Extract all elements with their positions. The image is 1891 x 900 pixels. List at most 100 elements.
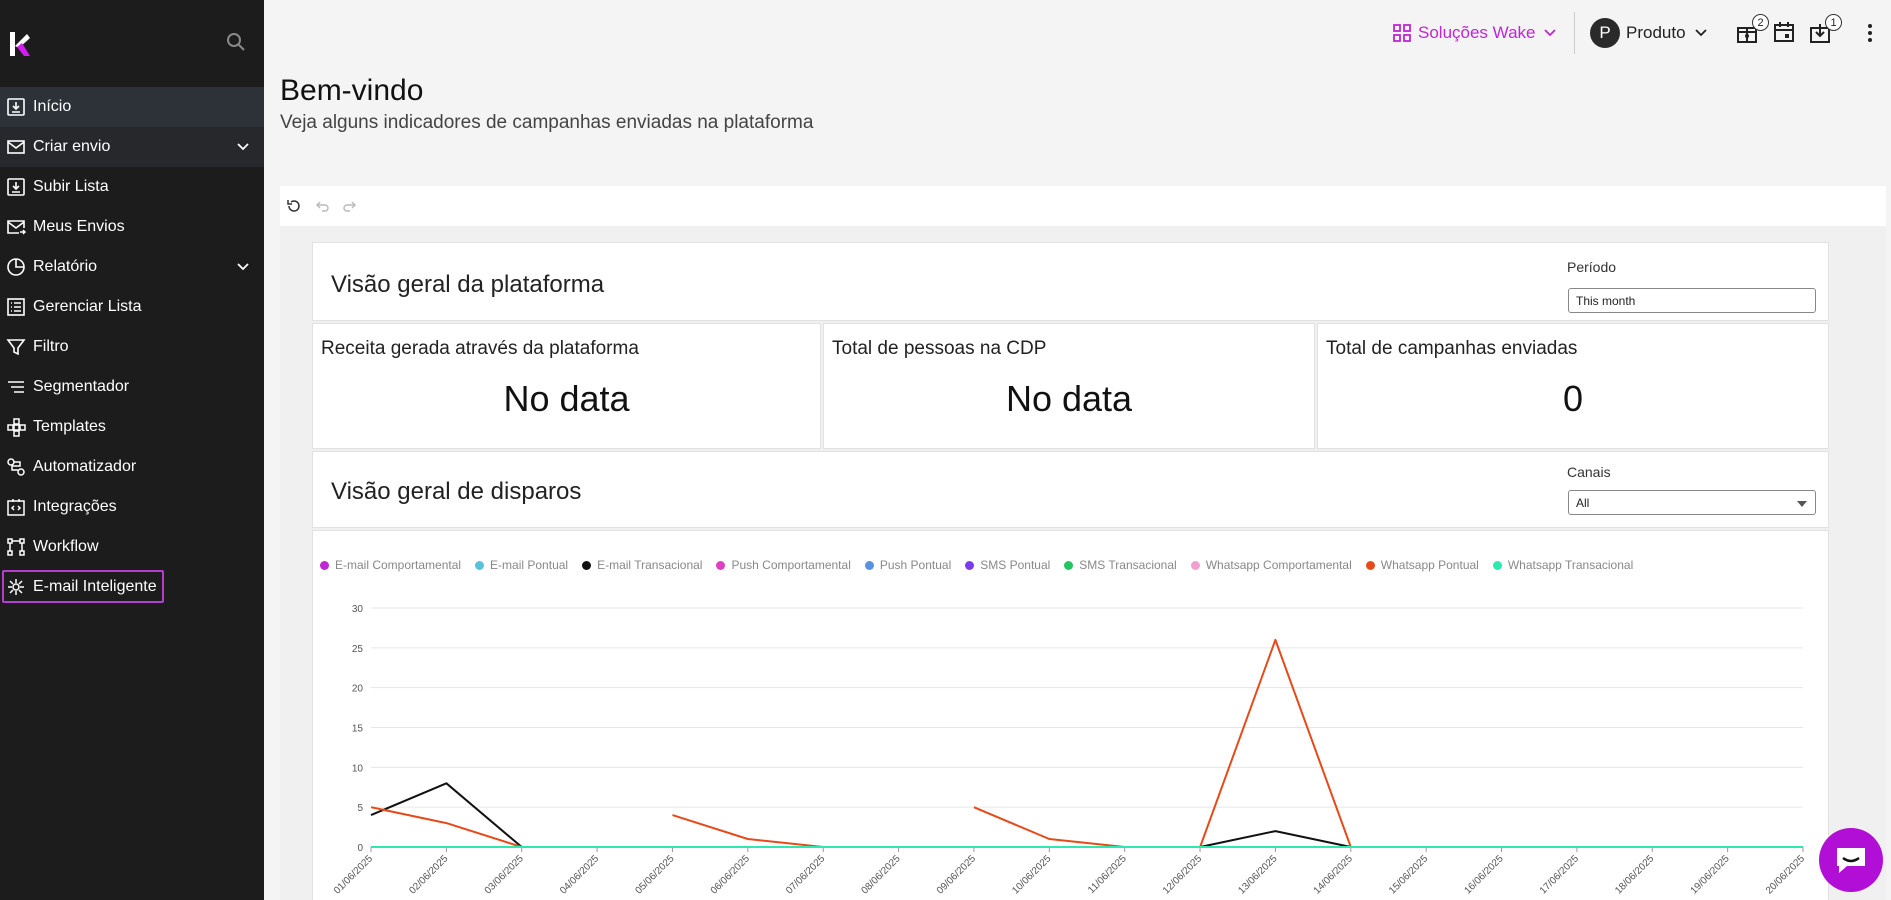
chat-icon <box>1837 848 1865 873</box>
sidebar-item-filtro[interactable]: Filtro <box>0 327 264 367</box>
refresh-icon[interactable] <box>286 198 302 214</box>
sent-mail-icon <box>5 216 27 238</box>
legend-label: SMS Pontual <box>980 558 1051 572</box>
undo-icon[interactable] <box>314 198 330 214</box>
downloads-badge: 1 <box>1825 14 1842 31</box>
templates-icon <box>5 416 27 438</box>
sidebar-item-label: Meus Envios <box>33 218 125 235</box>
sidebar-item-label: Segmentador <box>33 378 130 395</box>
x-tick-label: 11/06/2025 <box>1086 853 1129 896</box>
y-tick-label: 25 <box>352 644 364 655</box>
sidebar-item-segmentador[interactable]: Segmentador <box>0 367 264 407</box>
legend-marker <box>320 560 329 570</box>
sidebar-item-workflow[interactable]: Workflow <box>0 527 264 567</box>
period-value: This month <box>1576 293 1636 308</box>
channels-select[interactable]: All <box>1568 490 1816 515</box>
dispatch-overview-title: Visão geral de disparos <box>331 478 582 505</box>
kpi-value: No data <box>1005 378 1133 419</box>
chevron-down-icon <box>1694 29 1707 37</box>
x-tick-label: 14/06/2025 <box>1312 853 1355 896</box>
sidebar-item-meus-envios[interactable]: Meus Envios <box>0 207 264 247</box>
sidebar-item-criar-envio[interactable]: Criar envio <box>0 127 264 167</box>
header-divider <box>1574 12 1575 54</box>
legend-item[interactable]: Whatsapp Comportamental <box>1190 558 1352 572</box>
y-tick-label: 5 <box>357 803 363 814</box>
sidebar-item-templates[interactable]: Templates <box>0 407 264 447</box>
filter-icon <box>5 336 27 358</box>
period-input[interactable]: This month <box>1568 288 1816 313</box>
kpi-card-campaigns: Total de campanhas enviadas 0 <box>1317 323 1829 449</box>
legend-item[interactable]: E-mail Transacional <box>582 558 702 572</box>
legend-item[interactable]: SMS Transacional <box>1064 558 1177 572</box>
x-tick-label: 19/06/2025 <box>1689 853 1732 896</box>
legend-marker <box>582 560 592 570</box>
sidebar: Início Criar envio Subir Lista Meus Envi… <box>0 0 264 900</box>
chevron-down-icon[interactable] <box>234 258 252 276</box>
x-tick-label: 18/06/2025 <box>1613 853 1656 896</box>
x-tick-label: 02/06/2025 <box>407 853 450 896</box>
legend-marker <box>864 560 874 570</box>
profile-menu[interactable]: P Produto <box>1590 17 1710 49</box>
legend-item[interactable]: Push Comportamental <box>716 558 851 572</box>
legend-item[interactable]: E-mail Pontual <box>475 558 568 572</box>
x-tick-label: 07/06/2025 <box>784 853 827 896</box>
kpi-card-revenue: Receita gerada através da plataforma No … <box>312 323 821 449</box>
legend-item[interactable]: Push Pontual <box>864 558 951 572</box>
brand-switcher[interactable]: Soluções Wake <box>1392 18 1565 48</box>
upload-list-icon <box>5 176 27 198</box>
kpi-value: 0 <box>1562 378 1584 419</box>
x-tick-label: 15/06/2025 <box>1387 853 1430 896</box>
x-tick-label: 08/06/2025 <box>860 853 903 896</box>
legend-label: E-mail Pontual <box>490 558 569 572</box>
legend-label: SMS Transacional <box>1079 558 1177 572</box>
sidebar-item-inicio[interactable]: Início <box>0 87 264 127</box>
legend-item[interactable]: Whatsapp Pontual <box>1365 558 1479 572</box>
sidebar-item-subir-lista[interactable]: Subir Lista <box>0 167 264 207</box>
notifications-button[interactable]: 2 <box>1735 14 1769 46</box>
legend-label: Whatsapp Transacional <box>1507 558 1634 572</box>
sidebar-item-label: Subir Lista <box>33 178 109 195</box>
downloads-button[interactable]: 1 <box>1808 14 1842 46</box>
kpi-label: Total de pessoas na CDP <box>832 338 1047 359</box>
notifications-badge: 2 <box>1752 14 1769 31</box>
sidebar-item-relatorio[interactable]: Relatório <box>0 247 264 287</box>
sidebar-item-automatizador[interactable]: Automatizador <box>0 447 264 487</box>
more-vertical-icon[interactable] <box>1865 22 1875 44</box>
chevron-down-icon[interactable] <box>234 138 252 156</box>
period-label: Período <box>1567 259 1617 275</box>
legend-label: E-mail Comportamental <box>335 558 462 572</box>
redo-icon[interactable] <box>342 198 358 214</box>
sidebar-item-email-inteligente[interactable]: E-mail Inteligente <box>0 567 264 607</box>
sidebar-item-integracoes[interactable]: Integrações <box>0 487 264 527</box>
legend-marker <box>1365 560 1375 570</box>
platform-overview-card: Visão geral da plataforma Período This m… <box>312 242 1829 321</box>
x-tick-label: 05/06/2025 <box>633 853 676 896</box>
x-tick-label: 13/06/2025 <box>1236 853 1279 896</box>
legend-marker <box>1064 560 1074 570</box>
series-line[interactable] <box>1199 830 1352 848</box>
calendar-button[interactable] <box>1772 20 1798 46</box>
series-line[interactable] <box>672 814 824 848</box>
chat-button[interactable] <box>1819 828 1883 892</box>
sidebar-item-gerenciar-lista[interactable]: Gerenciar Lista <box>0 287 264 327</box>
y-tick-label: 10 <box>352 763 364 774</box>
legend-marker <box>475 560 485 570</box>
segment-icon <box>5 376 27 398</box>
logo-icon[interactable] <box>8 28 32 60</box>
sidebar-item-label: Gerenciar Lista <box>33 298 142 315</box>
kpi-card-cdp-people: Total de pessoas na CDP No data <box>823 323 1315 449</box>
x-tick-label: 12/06/2025 <box>1161 853 1204 896</box>
page-title: Bem-vindo <box>280 74 424 107</box>
caret-down-icon <box>1797 501 1807 507</box>
series-line[interactable] <box>370 782 523 848</box>
sidebar-item-label: Filtro <box>33 338 69 355</box>
x-tick-label: 06/06/2025 <box>709 853 752 896</box>
x-tick-label: 17/06/2025 <box>1538 853 1581 896</box>
search-icon[interactable] <box>224 30 248 54</box>
legend-item[interactable]: SMS Pontual <box>965 558 1050 572</box>
legend-item[interactable]: Whatsapp Transacional <box>1492 558 1634 572</box>
series-line[interactable] <box>973 638 1352 848</box>
profile-name: Produto <box>1626 23 1686 42</box>
legend-item[interactable]: E-mail Comportamental <box>320 558 461 572</box>
dispatch-overview-card: Visão geral de disparos Canais All <box>312 451 1829 528</box>
